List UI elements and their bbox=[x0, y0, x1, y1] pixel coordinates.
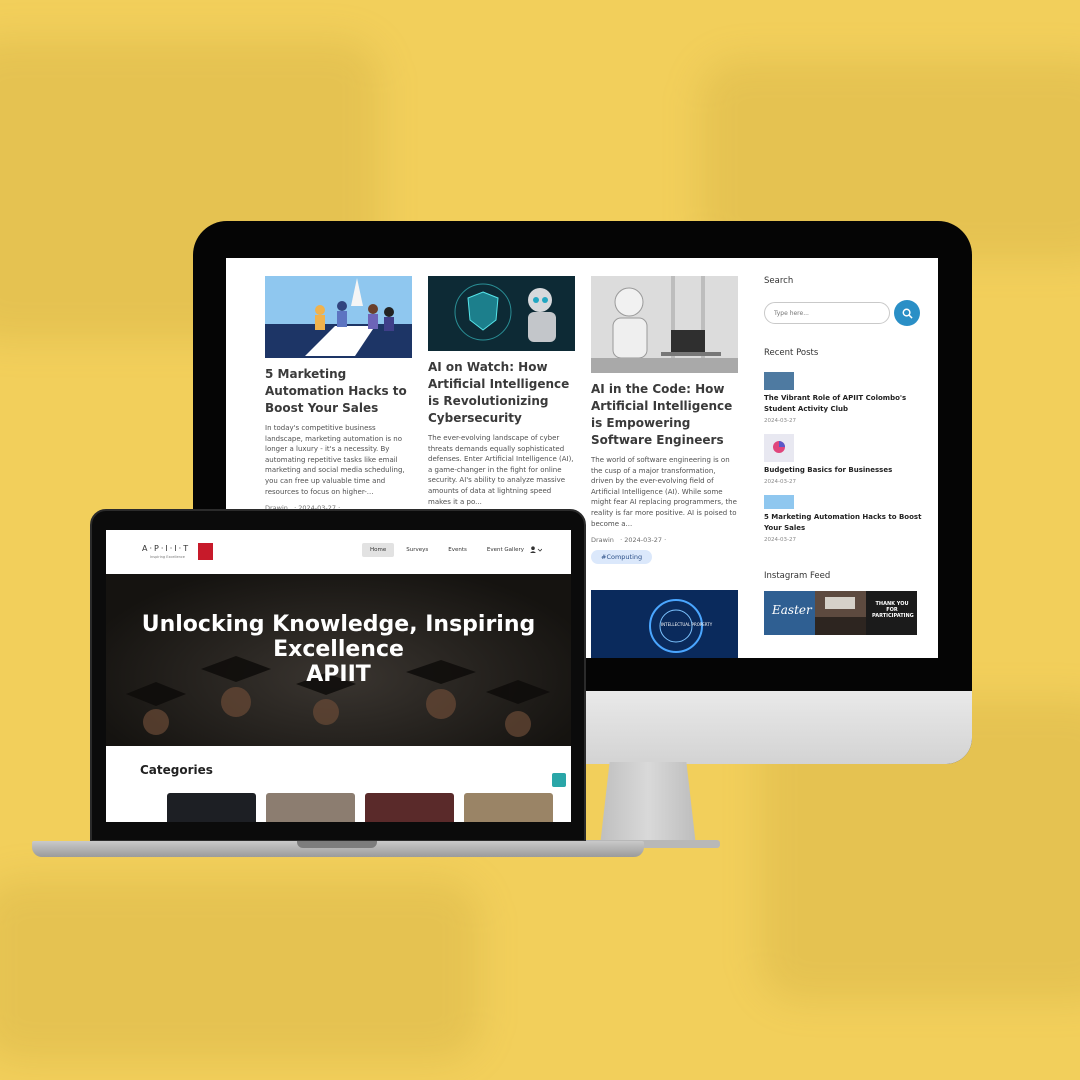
recent-post-date: 2024-03-27 bbox=[764, 537, 796, 543]
recent-post-thumb[interactable] bbox=[764, 495, 794, 509]
search-heading: Search bbox=[764, 276, 794, 286]
search-input[interactable] bbox=[764, 302, 890, 324]
card-image-intellectual-property[interactable]: INTELLECTUAL PROPERTY bbox=[591, 590, 738, 658]
blog-card[interactable]: 5 Marketing Automation Hacks to Boost Yo… bbox=[265, 276, 412, 512]
sidebar: Search Recent Posts The Vibrant Role of … bbox=[764, 276, 924, 635]
card-title[interactable]: AI on Watch: How Artificial Intelligence… bbox=[428, 359, 575, 427]
search-row bbox=[764, 300, 924, 326]
nav-menu: Home Surveys Events Event Gallery bbox=[362, 543, 532, 557]
hero-title-line: Excellence bbox=[273, 637, 404, 662]
card-date: · 2024-03-27 · bbox=[620, 536, 667, 545]
nav-home[interactable]: Home bbox=[362, 543, 395, 557]
card-image-robot-shield[interactable] bbox=[428, 276, 575, 351]
card-meta: Drawin · 2024-03-27 · bbox=[591, 536, 738, 544]
category-card[interactable] bbox=[365, 793, 454, 822]
monitor-stand bbox=[600, 762, 696, 846]
nav-events[interactable]: Events bbox=[440, 543, 475, 557]
instagram-tile[interactable]: Easter bbox=[764, 591, 815, 635]
recent-post-item[interactable]: The Vibrant Role of APIIT Colombo's Stud… bbox=[764, 372, 924, 424]
search-button[interactable] bbox=[894, 300, 920, 326]
instagram-tile-text: Easter bbox=[772, 603, 812, 617]
laptop: A·P·I·I·T Inspiring Excellence Home Surv… bbox=[90, 509, 586, 842]
instagram-heading: Instagram Feed bbox=[764, 571, 831, 581]
instagram-tile-text: THANK YOU FOR PARTICIPATING bbox=[872, 601, 914, 619]
recent-post-item[interactable]: Budgeting Basics for Businesses 2024-03-… bbox=[764, 434, 924, 485]
ip-image-text: INTELLECTUAL PROPERTY bbox=[661, 622, 713, 627]
categories-heading: Categories bbox=[140, 763, 213, 777]
recent-post-thumb[interactable] bbox=[764, 434, 794, 462]
recent-post-date: 2024-03-27 bbox=[764, 418, 796, 424]
recent-post-thumb[interactable] bbox=[764, 372, 794, 390]
card-author: Drawin bbox=[591, 536, 614, 545]
hero-title: Unlocking Knowledge, Inspiring Excellenc… bbox=[106, 612, 571, 687]
category-carousel bbox=[167, 793, 553, 822]
card-title[interactable]: AI in the Code: How Artificial Intellige… bbox=[591, 381, 738, 449]
card-image-teamwork[interactable] bbox=[265, 276, 412, 358]
laptop-screen: A·P·I·I·T Inspiring Excellence Home Surv… bbox=[106, 530, 571, 822]
tag-chip[interactable]: #Computing bbox=[591, 550, 653, 565]
search-icon bbox=[902, 308, 913, 319]
card-image-robot-laptop[interactable] bbox=[591, 276, 738, 373]
recent-post-title[interactable]: Budgeting Basics for Businesses bbox=[764, 465, 924, 476]
instagram-tile[interactable] bbox=[815, 591, 866, 635]
category-card[interactable] bbox=[266, 793, 355, 822]
card-excerpt: The ever-evolving landscape of cyber thr… bbox=[428, 434, 574, 506]
hero-title-line: Unlocking Knowledge, Inspiring bbox=[141, 612, 536, 637]
apiit-logo[interactable]: A·P·I·I·T bbox=[142, 544, 190, 553]
scroll-button[interactable] bbox=[552, 773, 566, 787]
recent-post-title[interactable]: 5 Marketing Automation Hacks to Boost Yo… bbox=[764, 512, 924, 534]
hero-title-line: APIIT bbox=[306, 662, 371, 687]
card-title[interactable]: 5 Marketing Automation Hacks to Boost Yo… bbox=[265, 366, 412, 417]
recent-post-item[interactable]: 5 Marketing Automation Hacks to Boost Yo… bbox=[764, 495, 924, 543]
site-navbar: A·P·I·I·T Inspiring Excellence Home Surv… bbox=[106, 530, 571, 574]
recent-posts-heading: Recent Posts bbox=[764, 348, 819, 358]
recent-post-title[interactable]: The Vibrant Role of APIIT Colombo's Stud… bbox=[764, 393, 924, 415]
instagram-feed: Easter THANK YOU FOR PARTICIPATING bbox=[764, 591, 924, 635]
blog-card[interactable]: AI on Watch: How Artificial Intelligence… bbox=[428, 276, 575, 507]
card-excerpt: The world of software engineering is on … bbox=[591, 456, 737, 528]
hero-banner: Unlocking Knowledge, Inspiring Excellenc… bbox=[106, 574, 571, 746]
user-menu-icon[interactable] bbox=[530, 546, 543, 556]
card-excerpt: In today's competitive business landscap… bbox=[265, 424, 405, 496]
partner-logo bbox=[198, 543, 213, 560]
instagram-tile[interactable]: THANK YOU FOR PARTICIPATING bbox=[866, 591, 917, 635]
nav-surveys[interactable]: Surveys bbox=[398, 543, 436, 557]
logo-tagline: Inspiring Excellence bbox=[150, 555, 185, 559]
nav-event-gallery[interactable]: Event Gallery bbox=[479, 543, 532, 557]
laptop-notch bbox=[297, 841, 377, 848]
category-card[interactable] bbox=[464, 793, 553, 822]
blog-card[interactable]: AI in the Code: How Artificial Intellige… bbox=[591, 276, 738, 565]
recent-post-date: 2024-03-27 bbox=[764, 479, 796, 485]
category-card[interactable] bbox=[167, 793, 256, 822]
